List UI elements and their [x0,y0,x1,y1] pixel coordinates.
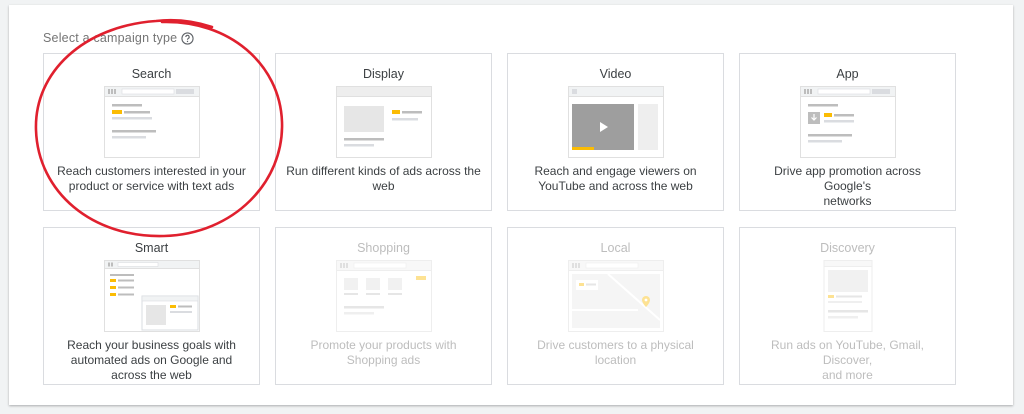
card-title: Video [599,67,632,81]
heading-label: Select a campaign type [43,31,178,45]
card-description-line: Promote your products with [310,338,457,352]
card-title: Local [600,241,631,255]
card-description-line: networks [823,194,872,208]
card-description: Reach customers interested in your produ… [54,164,250,194]
card-description-line: Drive customers to a physical [537,338,694,352]
card-description-line: location [594,353,637,367]
card-description-line: YouTube and across the web [538,179,693,193]
card-title: Discovery [820,241,875,255]
card-description-line: across the web [111,368,192,382]
campaign-type-panel: Select a campaign type Search Reach cust… [9,5,1013,405]
display-ads-illustration [335,86,432,158]
card-description: Reach and engage viewers on YouTube and … [518,164,714,194]
card-description-line: Reach and engage viewers on [534,164,697,178]
campaign-card-search[interactable]: Search Reach customers interested in you… [43,53,260,211]
card-description: Run ads on YouTube, Gmail, Discover, and… [750,338,946,383]
campaign-type-grid: Search Reach customers interested in you… [43,53,956,385]
card-description: Drive app promotion across Google's netw… [750,164,946,209]
card-description-line: Shopping ads [346,353,421,367]
card-description: Run different kinds of ads across the we… [286,164,482,194]
card-description: Reach your business goals with automated… [54,338,250,383]
card-description-line: web [372,179,395,193]
card-description-line: Run different kinds of ads across the [286,164,481,178]
card-description-line: product or service with text ads [68,179,235,193]
smart-ads-illustration [103,260,200,332]
card-description-line: Reach your business goals with [67,338,236,352]
campaign-card-shopping: Shopping Promote your products with Shop… [275,227,492,385]
shopping-ads-illustration [335,260,432,332]
discovery-ads-illustration [823,260,872,332]
campaign-card-video[interactable]: Video Reach and engage viewers on YouTub… [507,53,724,211]
campaign-card-local: Local Drive customers to a physical loca… [507,227,724,385]
campaign-card-discovery: Discovery Run ads on YouTube, Gmail, Dis… [739,227,956,385]
card-title: Smart [134,241,169,255]
local-ads-illustration [567,260,664,332]
campaign-card-app[interactable]: App Drive app promotion across Google's … [739,53,956,211]
card-title: App [836,67,859,81]
card-description-line: automated ads on Google and [70,353,233,367]
card-description-line: and more [822,368,873,382]
card-title: Shopping [357,241,410,255]
campaign-card-display[interactable]: Display Run different kinds of ads acros… [275,53,492,211]
app-ads-illustration [799,86,896,158]
card-title: Search [131,67,172,81]
search-ads-illustration [103,86,200,158]
campaign-card-smart[interactable]: Smart Reach your business goals with aut… [43,227,260,385]
campaign-type-heading: Select a campaign type [43,31,194,45]
card-description-line: Reach customers interested in your [57,164,246,178]
card-description: Drive customers to a physical location [518,338,714,368]
help-icon[interactable] [181,31,194,45]
video-ads-illustration [567,86,664,158]
card-description-line: Run ads on YouTube, Gmail, Discover, [771,338,924,367]
card-description-line: Drive app promotion across Google's [774,164,921,193]
card-description: Promote your products with Shopping ads [286,338,482,368]
card-title: Display [363,67,404,81]
